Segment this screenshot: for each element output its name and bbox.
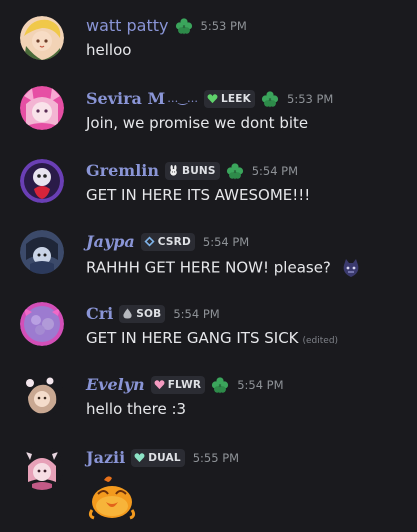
clover-icon [226,162,244,180]
message-text-content: GET IN HERE GANG ITS SICK [86,329,299,347]
guild-tag[interactable]: LEEK [204,89,256,108]
chick-emoji-icon [88,476,136,520]
timestamp: 5:54 PM [237,377,284,392]
message-text: hello there :3 [86,400,187,418]
guild-tag-label: FLWR [167,378,202,391]
avatar[interactable] [20,86,64,130]
message-text: GET IN HERE GANG ITS SICK (edited) [86,329,338,347]
guild-tag-label: LEEK [221,92,252,105]
guild-tag[interactable]: FLWR [150,375,206,394]
message-text: helloo [86,41,132,59]
sticker-emoji[interactable] [86,472,138,524]
guild-tag-label: CSRD [157,235,191,248]
message-text: RAHHH GET HERE NOW! please? [86,257,362,279]
message-header: Jazii DUAL 5:55 PM [86,448,239,467]
guild-tag[interactable]: DUAL [131,448,185,467]
bunny-icon [170,165,177,176]
drop-icon [123,308,132,319]
clover-icon [261,90,279,108]
edited-label: (edited) [302,336,339,346]
message-header: Evelyn FLWR 5:54 PM [86,375,284,394]
custom-emoji-icon[interactable] [340,257,362,279]
message-header: Gremlin BUNS 5:54 PM [86,161,298,180]
diamond-icon [144,236,155,247]
username[interactable]: Evelyn [86,375,145,394]
message-text-content: RAHHH GET HERE NOW! please? [86,258,331,277]
timestamp: 5:54 PM [202,234,250,249]
message-header: Jaypa CSRD 5:54 PM [86,232,249,251]
guild-tag-label: BUNS [182,164,216,177]
timestamp: 5:55 PM [192,450,240,465]
timestamp: 5:54 PM [173,306,220,321]
message-header: Cri SOB 5:54 PM [86,304,220,323]
username[interactable]: Cri [86,304,113,323]
username[interactable]: Sevira M [86,89,165,108]
avatar[interactable] [20,16,64,60]
guild-tag-label: DUAL [148,451,181,464]
guild-tag[interactable]: BUNS [165,161,220,180]
timestamp: 5:53 PM [200,18,247,33]
username[interactable]: watt patty [86,16,169,35]
username[interactable]: Jazii [86,448,125,467]
username[interactable]: Jaypa [86,232,135,251]
avatar[interactable] [20,373,64,417]
timestamp: 5:54 PM [251,163,299,178]
clover-icon [175,17,193,35]
avatar[interactable] [20,230,64,274]
avatar[interactable] [20,302,64,346]
timestamp: 5:53 PM [287,91,334,106]
message-header: watt patty 5:53 PM [86,16,247,35]
avatar[interactable] [20,446,64,490]
message-text: Join, we promise we dont bite [86,114,309,132]
message-header: Sevira M …‿… LEEK 5:53 PM [86,89,333,108]
message-text: GET IN HERE ITS AWESOME!!! [86,186,311,204]
username-suffix: …‿… [167,92,199,105]
avatar[interactable] [20,159,64,203]
guild-tag[interactable]: SOB [119,304,166,323]
clover-icon [211,376,229,394]
heart-icon [207,94,218,104]
mint-heart-icon [134,453,145,463]
guild-tag-label: SOB [136,307,162,320]
username[interactable]: Gremlin [86,161,159,180]
pink-heart-icon [154,380,165,390]
guild-tag[interactable]: CSRD [140,232,195,251]
